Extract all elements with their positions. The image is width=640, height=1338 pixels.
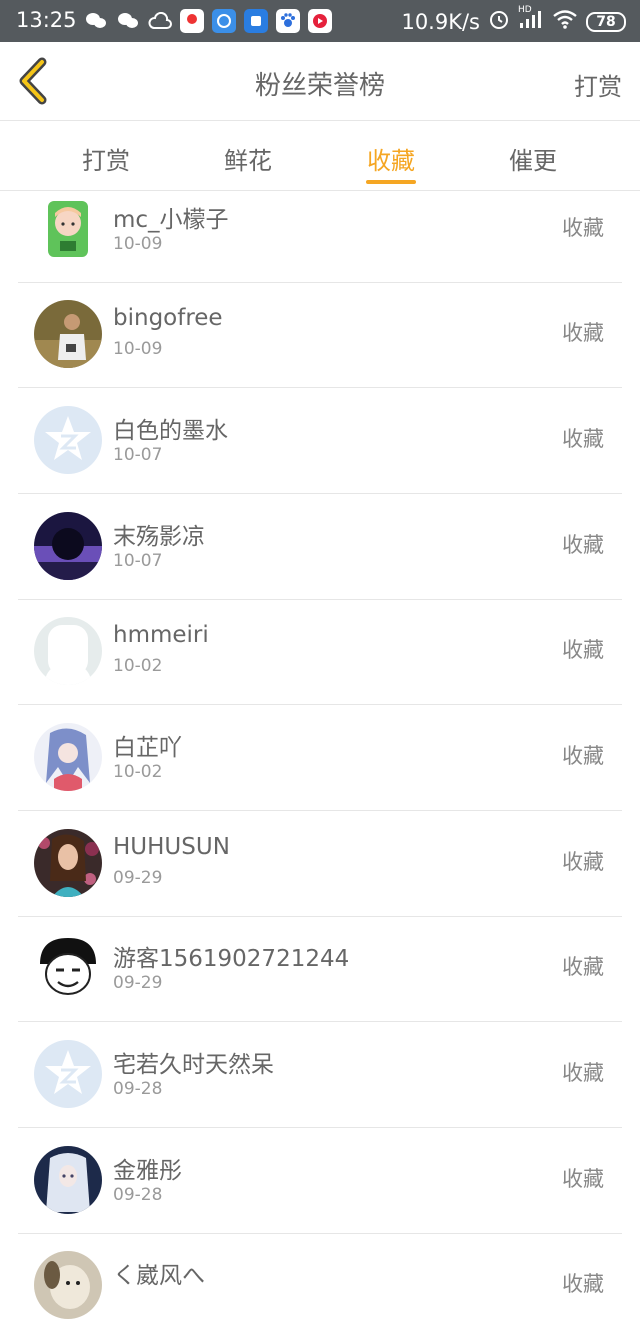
status-time: 13:25 (16, 8, 77, 32)
user-name: bingofree (113, 305, 223, 331)
list-item[interactable]: HUHUSUN 09-29 收藏 (18, 811, 622, 917)
status-bar: 13:25 10.9K/s HD 78 (0, 0, 640, 42)
portrait-woman-avatar-icon (34, 829, 102, 897)
date: 09-29 (113, 973, 163, 993)
user-name: 金雅彤 (113, 1158, 182, 1184)
reward-button[interactable]: 打赏 (574, 67, 622, 102)
list-item[interactable]: 白色的墨水 10-07 收藏 (18, 388, 622, 494)
list-item[interactable]: 宅若久时天然呆 09-28 收藏 (18, 1022, 622, 1128)
hd-label: HD (518, 5, 532, 15)
battery-indicator: 78 (586, 11, 626, 32)
user-name: mc_小檬子 (113, 207, 229, 233)
user-name: 宅若久时天然呆 (113, 1052, 274, 1078)
action-label: 收藏 (562, 638, 604, 662)
action-label: 收藏 (562, 850, 604, 874)
default-silhouette-avatar-icon (34, 617, 102, 685)
tab-favorites[interactable]: 收藏 (341, 141, 441, 176)
default-star-avatar-icon (34, 1040, 102, 1108)
signal-icon: HD (518, 5, 544, 34)
user-name: 末殇影凉 (113, 524, 205, 550)
action-label: 收藏 (562, 533, 604, 557)
date: 10-07 (113, 445, 163, 465)
dog-avatar-icon (34, 1251, 102, 1319)
avatar (34, 723, 102, 791)
date: 09-29 (113, 868, 163, 888)
list-item[interactable]: く崴风へ 收藏 (18, 1233, 622, 1338)
baidu-paw-icon (276, 9, 300, 33)
meme-face-avatar-icon (34, 934, 102, 1002)
anime-girl-avatar-icon (34, 723, 102, 791)
action-label: 收藏 (562, 1061, 604, 1085)
default-star-avatar-icon (34, 406, 102, 474)
user-name: 白色的墨水 (113, 418, 228, 444)
network-speed: 10.9K/s (401, 9, 480, 34)
list-item[interactable]: mc_小檬子 10-09 收藏 (18, 177, 622, 283)
date: 10-07 (113, 551, 163, 571)
tab-reward[interactable]: 打赏 (56, 141, 156, 176)
user-name: 白芷吖 (113, 735, 182, 761)
avatar (34, 1040, 102, 1108)
purple-eclipse-avatar-icon (34, 512, 102, 580)
avatar (34, 512, 102, 580)
list-item[interactable]: 游客1561902721244 09-29 收藏 (18, 916, 622, 1022)
date: 10-09 (113, 234, 163, 254)
wechat-icon (116, 9, 140, 33)
page-title: 粉丝荣誉榜 (254, 71, 385, 101)
list-item[interactable]: hmmeiri 10-02 收藏 (18, 599, 622, 705)
avatar (34, 195, 102, 263)
video-app-icon (308, 9, 332, 33)
blue-app-icon (244, 9, 268, 33)
user-name: 游客1561902721244 (113, 946, 350, 972)
action-label: 收藏 (562, 955, 604, 979)
notification-icons (84, 9, 332, 33)
avatar (34, 1251, 102, 1319)
action-label: 收藏 (562, 744, 604, 768)
browser-app-icon (212, 9, 236, 33)
action-label: 收藏 (562, 427, 604, 451)
date: 10-02 (113, 656, 163, 676)
avatar (34, 617, 102, 685)
alarm-icon (488, 8, 510, 35)
avatar (34, 300, 102, 368)
list-item[interactable]: 末殇影凉 10-07 收藏 (18, 494, 622, 600)
date: 10-02 (113, 762, 163, 782)
avatar (34, 829, 102, 897)
date: 09-28 (113, 1079, 163, 1099)
date: 10-09 (113, 339, 163, 359)
anime-white-hair-avatar-icon (34, 1146, 102, 1214)
map-app-icon (180, 9, 204, 33)
top-app-bar: 粉丝荣誉榜 打赏 (0, 42, 640, 121)
action-label: 收藏 (562, 1272, 604, 1296)
tab-flowers[interactable]: 鲜花 (198, 141, 298, 176)
action-label: 收藏 (562, 1167, 604, 1191)
user-name: hmmeiri (113, 622, 209, 648)
avatar (34, 406, 102, 474)
list-item[interactable]: 金雅彤 09-28 收藏 (18, 1128, 622, 1234)
user-name: く崴风へ (113, 1263, 205, 1289)
user-name: HUHUSUN (113, 834, 230, 860)
date: 09-28 (113, 1185, 163, 1205)
action-label: 收藏 (562, 216, 604, 240)
green-creeper-girl-avatar-icon (48, 201, 88, 257)
list-item[interactable]: bingofree 10-09 收藏 (18, 282, 622, 388)
action-label: 收藏 (562, 321, 604, 345)
list-item[interactable]: 白芷吖 10-02 收藏 (18, 705, 622, 811)
photo-man-avatar-icon (34, 300, 102, 368)
wechat-icon (84, 9, 108, 33)
wifi-icon (552, 9, 578, 34)
cloud-icon (148, 9, 172, 33)
avatar (34, 1146, 102, 1214)
status-right: 10.9K/s HD 78 (401, 5, 626, 35)
tab-urge-update[interactable]: 催更 (483, 141, 583, 176)
avatar (34, 934, 102, 1002)
